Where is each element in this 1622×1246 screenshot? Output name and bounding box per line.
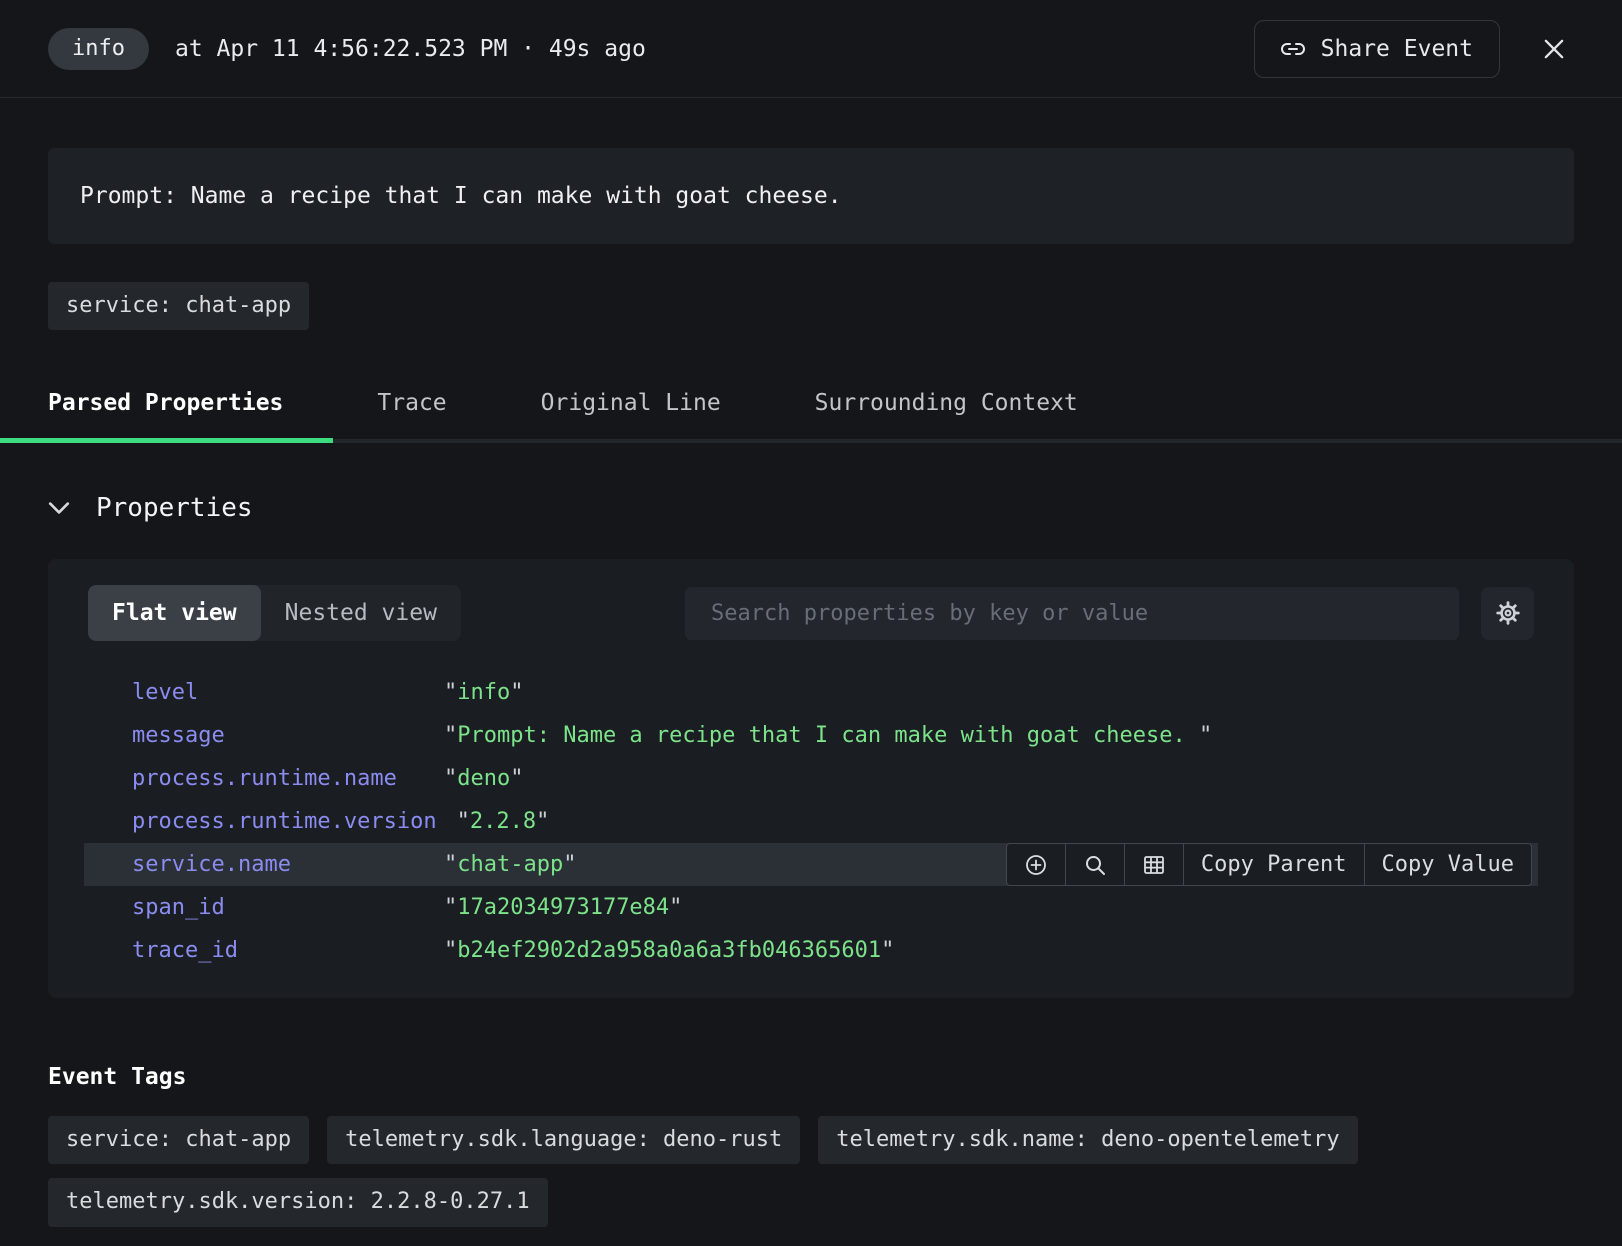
property-row-trace_id[interactable]: trace_id "b24ef2902d2a958a0a6a3fb04636560… <box>48 929 1574 972</box>
tab-surrounding-context[interactable]: Surrounding Context <box>815 374 1078 443</box>
share-event-label: Share Event <box>1321 36 1473 62</box>
chevron-down-icon <box>48 501 70 515</box>
property-value: "2.2.8" <box>457 809 550 834</box>
service-chip[interactable]: service: chat-app <box>48 282 309 330</box>
property-row-process.runtime.version[interactable]: process.runtime.version "2.2.8" <box>48 800 1574 843</box>
properties-section: Properties Flat view Nested view <box>48 493 1574 998</box>
search-icon <box>1083 853 1107 877</box>
property-key: trace_id <box>132 938 424 963</box>
property-value: "info" <box>444 680 523 705</box>
tab-trace[interactable]: Trace <box>377 374 446 443</box>
event-tag-chip[interactable]: telemetry.sdk.version: 2.2.8-0.27.1 <box>48 1178 548 1226</box>
view-toggle: Flat view Nested view <box>88 585 461 641</box>
properties-settings-button[interactable] <box>1481 587 1534 640</box>
property-key: level <box>132 680 424 705</box>
event-header: info at Apr 11 4:56:22.523 PM · 49s ago … <box>0 0 1622 98</box>
property-row-service.name[interactable]: service.name "chat-app" Copy ParentCopy Va… <box>84 843 1538 886</box>
tab-original-line[interactable]: Original Line <box>541 374 721 443</box>
event-tag-chip[interactable]: telemetry.sdk.name: deno-opentelemetry <box>818 1116 1357 1164</box>
property-row-span_id[interactable]: span_id "17a2034973177e84" <box>48 886 1574 929</box>
row-actions-toolbar: Copy ParentCopy Value <box>1006 843 1532 886</box>
tabs: Parsed Properties Trace Original Line Surro… <box>48 374 1574 443</box>
add-filter-button[interactable] <box>1006 843 1066 886</box>
nested-view-button[interactable]: Nested view <box>261 585 461 641</box>
event-tags-section: Event Tags service: chat-app telemetry.sd… <box>48 1064 1574 1226</box>
property-rows: level "info" message "Prompt: Name a recipe… <box>48 671 1574 972</box>
copy-value-button[interactable]: Copy Value <box>1364 843 1532 886</box>
property-key: message <box>132 723 424 748</box>
property-key: process.runtime.version <box>132 809 437 834</box>
properties-panel: Flat view Nested view <box>48 559 1574 998</box>
tab-parsed-properties[interactable]: Parsed Properties <box>48 374 283 443</box>
property-row-process.runtime.name[interactable]: process.runtime.name "deno" <box>48 757 1574 800</box>
property-key: service.name <box>132 852 424 877</box>
property-row-message[interactable]: message "Prompt: Name a recipe that I can… <box>48 714 1574 757</box>
link-icon <box>1281 37 1305 61</box>
gear-icon <box>1495 600 1521 626</box>
event-detail-panel: info at Apr 11 4:56:22.523 PM · 49s ago … <box>0 0 1622 1227</box>
copy-parent-button[interactable]: Copy Parent <box>1183 843 1365 886</box>
table-view-button[interactable] <box>1124 843 1184 886</box>
event-message-preview: Prompt: Name a recipe that I can make wi… <box>48 148 1574 244</box>
close-icon <box>1540 35 1568 63</box>
property-key: span_id <box>132 895 424 920</box>
property-key: process.runtime.name <box>132 766 424 791</box>
properties-section-title: Properties <box>96 493 253 523</box>
property-value: "chat-app" <box>444 852 576 877</box>
share-event-button[interactable]: Share Event <box>1254 20 1500 78</box>
search-value-button[interactable] <box>1065 843 1125 886</box>
event-tags-list: service: chat-app telemetry.sdk.language:… <box>48 1116 1478 1226</box>
event-tags-title: Event Tags <box>48 1064 1574 1090</box>
property-row-level[interactable]: level "info" <box>48 671 1574 714</box>
event-timestamp: at Apr 11 4:56:22.523 PM · 49s ago <box>175 36 646 62</box>
event-tag-chip[interactable]: service: chat-app <box>48 1116 309 1164</box>
property-value: "17a2034973177e84" <box>444 895 682 920</box>
close-button[interactable] <box>1534 29 1574 69</box>
active-tab-indicator <box>0 438 333 443</box>
plus-circle-icon <box>1024 853 1048 877</box>
properties-section-header[interactable]: Properties <box>48 493 253 523</box>
property-value: "Prompt: Name a recipe that I can make w… <box>444 723 1212 748</box>
property-value: "b24ef2902d2a958a0a6a3fb046365601" <box>444 938 894 963</box>
event-tag-chip[interactable]: telemetry.sdk.language: deno-rust <box>327 1116 800 1164</box>
flat-view-button[interactable]: Flat view <box>88 585 261 641</box>
property-value: "deno" <box>444 766 523 791</box>
level-badge: info <box>48 28 149 70</box>
property-search-input[interactable] <box>685 587 1459 640</box>
table-icon <box>1142 853 1166 877</box>
